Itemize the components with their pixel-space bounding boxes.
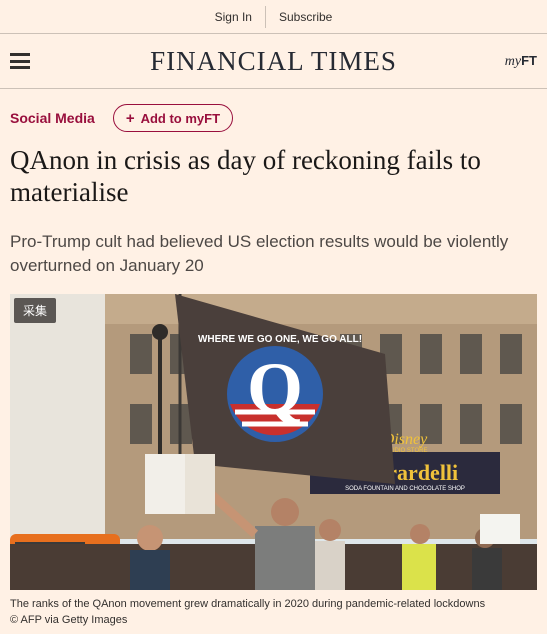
image-source-badge: 采集 xyxy=(14,298,57,323)
add-to-myft-label: Add to myFT xyxy=(140,110,221,126)
image-caption: The ranks of the QAnon movement grew dra… xyxy=(10,596,540,628)
add-to-myft-button[interactable]: + Add to myFT xyxy=(112,104,234,132)
caption-text: The ranks of the QAnon movement grew dra… xyxy=(10,598,486,610)
sign-in-link[interactable]: Sign In xyxy=(202,10,265,24)
myft-suffix: FT xyxy=(521,52,537,68)
plus-icon: + xyxy=(125,109,135,127)
photo-illustration: Disney STUDIO STORE Ghirardelli SODA FOU… xyxy=(10,294,537,590)
topic-row: Social Media + Add to myFT xyxy=(0,89,547,133)
masthead: FINANCIAL TIMES myFT xyxy=(0,34,547,88)
article-standfirst: Pro-Trump cult had believed US election … xyxy=(10,232,509,275)
hamburger-icon[interactable] xyxy=(10,53,30,69)
site-logo[interactable]: FINANCIAL TIMES xyxy=(0,46,547,77)
subscribe-link[interactable]: Subscribe xyxy=(266,10,345,24)
article-headline: QAnon in crisis as day of reckoning fail… xyxy=(10,145,481,207)
caption-credit: © AFP via Getty Images xyxy=(10,614,128,626)
flag-slogan: WHERE WE GO ONE, WE GO ALL! xyxy=(198,334,362,345)
article-photo: Disney STUDIO STORE Ghirardelli SODA FOU… xyxy=(10,294,537,590)
myft-prefix: my xyxy=(504,53,522,69)
flag-letter: Q xyxy=(247,348,303,428)
top-account-bar: Sign In Subscribe xyxy=(0,0,547,33)
topic-link[interactable]: Social Media xyxy=(10,110,95,126)
storefront-tagline: SODA FOUNTAIN AND CHOCOLATE SHOP xyxy=(345,486,465,492)
myft-link[interactable]: myFT xyxy=(505,53,537,70)
